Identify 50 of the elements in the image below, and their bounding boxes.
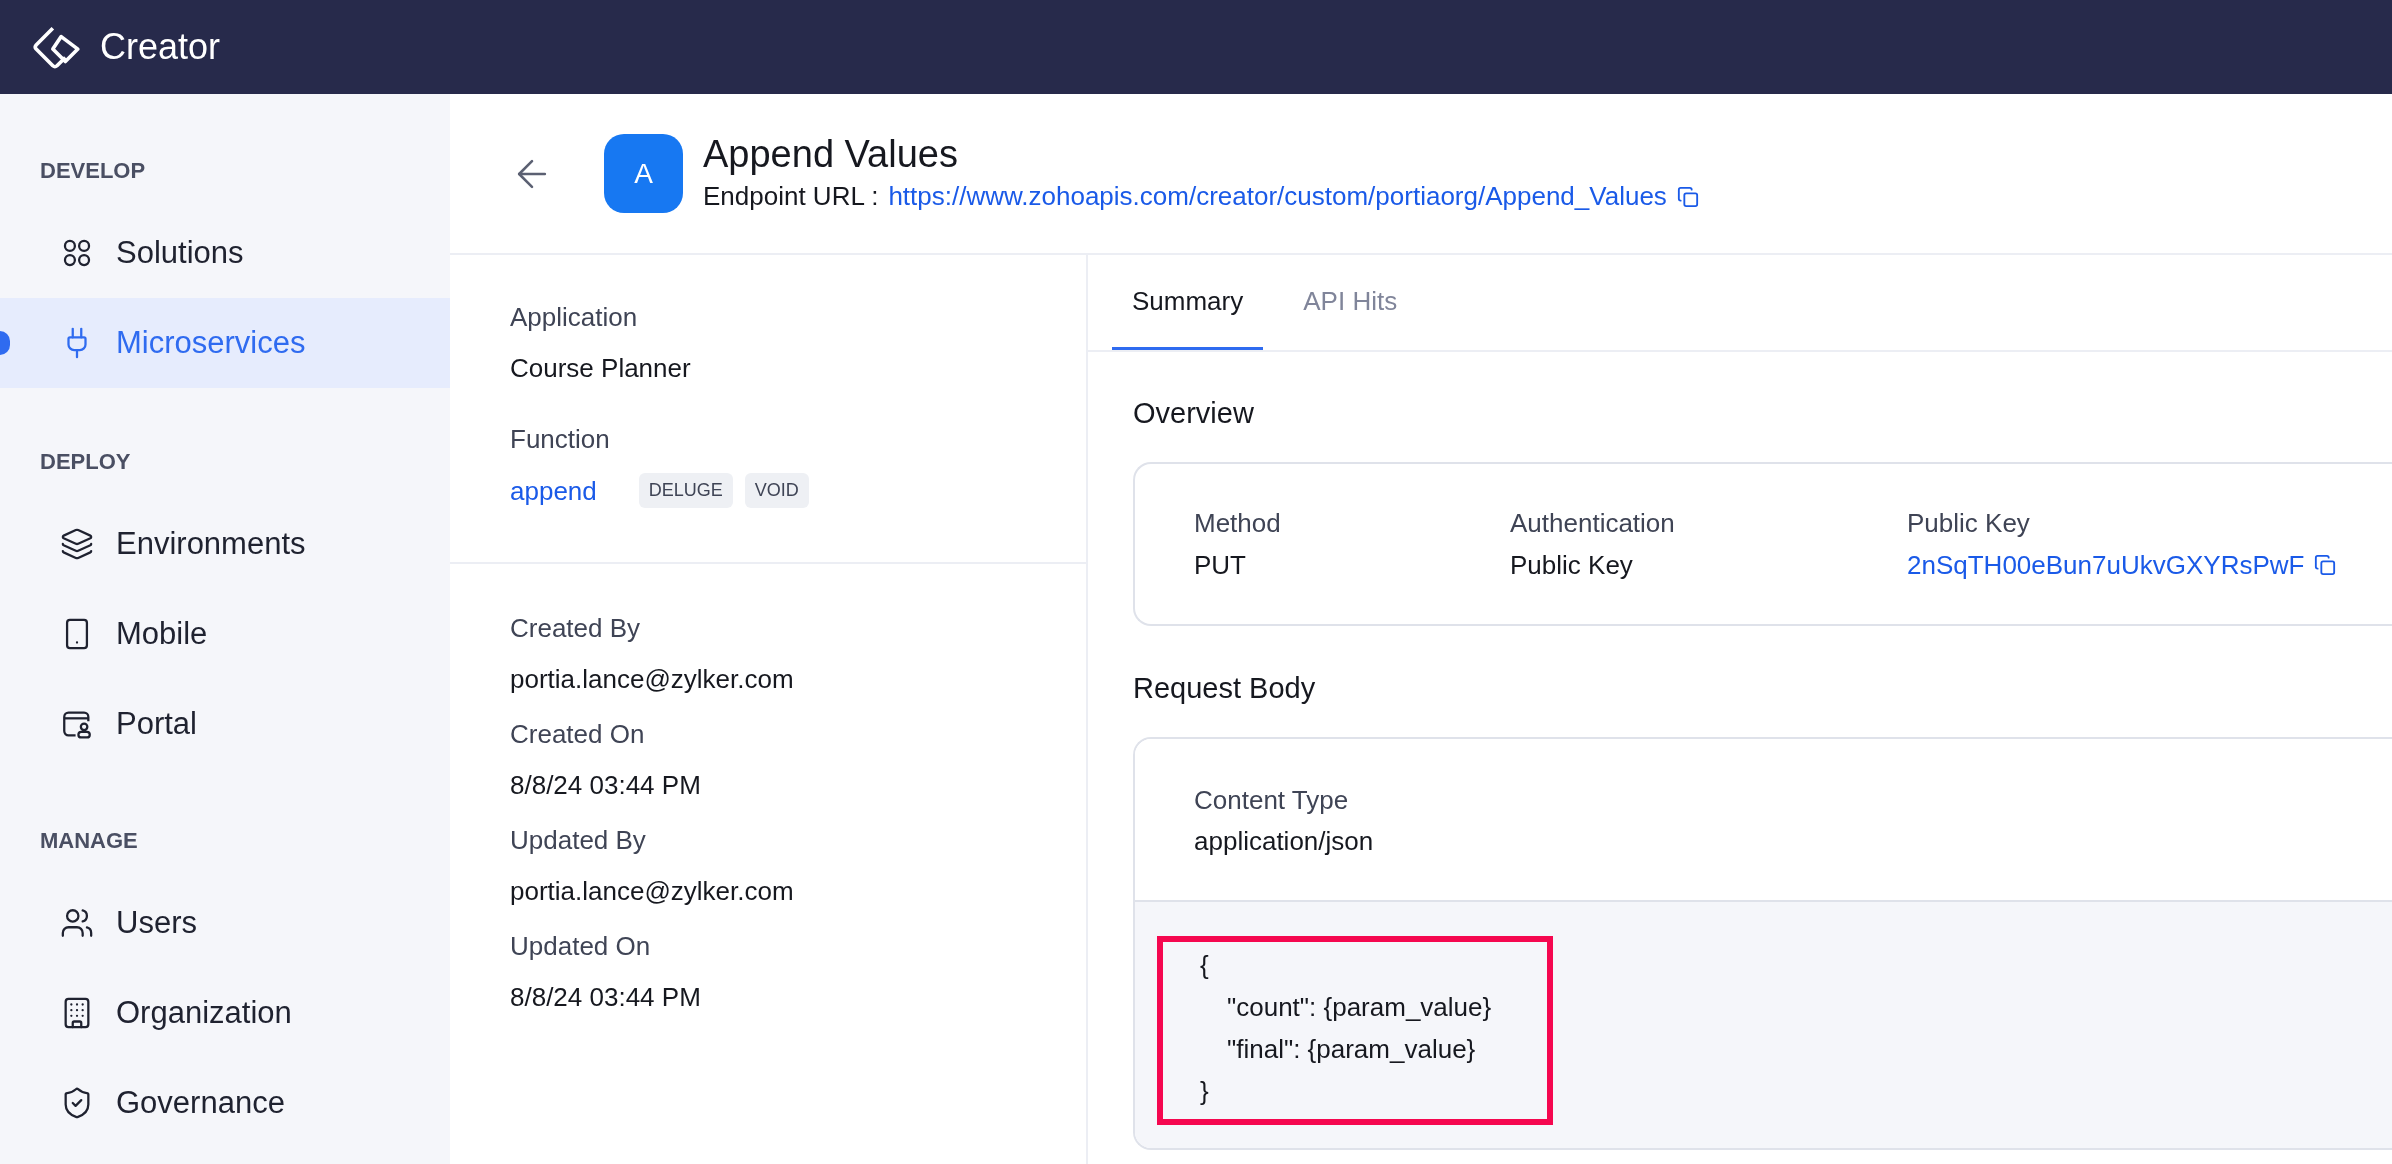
users-icon [60, 906, 94, 940]
section-label: DEPLOY [39, 451, 132, 473]
nav-item[interactable]: Portal [0, 679, 450, 769]
field-value: Public Key [1510, 549, 1634, 582]
code-line: "final": {param_value} [1226, 1033, 1477, 1066]
section-label: DEVELOP [39, 160, 147, 182]
endpoint-link[interactable]: https://www.zohoapis.com/creator/custom/portiaorg/Append_Values [888, 177, 1667, 216]
public-key-link[interactable]: 2nSqTH00eBun7uUkvGXYRsPwF [1907, 548, 2305, 582]
copy-icon[interactable] [1676, 185, 1699, 208]
nav-item[interactable]: Microservices [0, 298, 450, 388]
field-value: portia.lance@zylker.com [510, 875, 795, 908]
layers-icon [60, 527, 94, 561]
field-value: PUT [1194, 549, 1247, 582]
field-value: 8/8/24 03:44 PM [510, 769, 702, 802]
tab[interactable]: Summary [1112, 255, 1264, 350]
field-label: Application [510, 301, 639, 334]
nav-item[interactable]: Solutions [0, 208, 450, 298]
field-label: Updated By [510, 824, 647, 857]
field-label: Created By [510, 612, 642, 645]
function-link[interactable]: append [510, 473, 597, 508]
field-label: Authentication [1510, 507, 1676, 540]
section-title: Request Body [1133, 671, 1317, 706]
nav-item[interactable]: Organization [0, 968, 450, 1058]
field-value: 8/8/24 03:44 PM [510, 981, 702, 1014]
tab[interactable]: API Hits [1283, 255, 1418, 350]
code-line: } [1200, 1075, 1210, 1108]
product-name: Creator [100, 25, 221, 69]
nav-item[interactable]: Users [0, 878, 450, 968]
copy-icon[interactable] [2314, 554, 2337, 576]
tag: VOID [744, 473, 809, 508]
field-label: Public Key [1907, 507, 2031, 540]
tag: DELUGE [638, 473, 733, 508]
field-value: application/json [1194, 825, 1375, 858]
field-label: Method [1194, 507, 1282, 540]
nav-item[interactable]: Governance [0, 1058, 450, 1148]
field-label: Function [510, 423, 611, 456]
code-line: "count": {param_value} [1226, 991, 1493, 1024]
field-label: Updated On [510, 930, 652, 963]
field-value: portia.lance@zylker.com [510, 663, 795, 696]
avatar: A [604, 134, 683, 213]
field-value: Course Planner [510, 352, 692, 385]
field-label: Content Type [1194, 784, 1350, 817]
page-title: Append Values [703, 132, 959, 177]
code-line: { [1200, 949, 1210, 982]
field-label: Created On [510, 718, 646, 751]
nav-item[interactable]: Environments [0, 499, 450, 589]
endpoint-label: Endpoint URL : [703, 180, 879, 213]
nav-item[interactable]: Mobile [0, 589, 450, 679]
section-title: Overview [1133, 396, 1255, 431]
section-label: MANAGE [39, 830, 139, 852]
